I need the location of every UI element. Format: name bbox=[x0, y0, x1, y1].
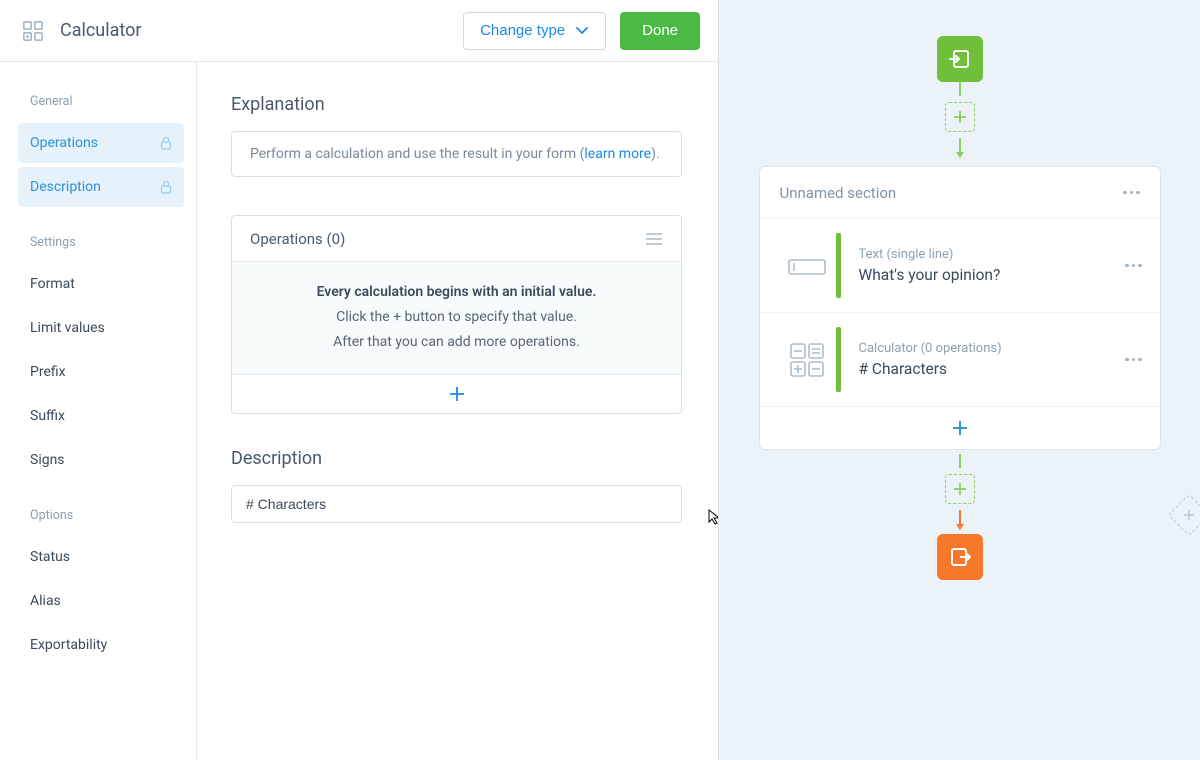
explanation-title: Explanation bbox=[231, 94, 682, 115]
sidebar-item-label: Signs bbox=[30, 452, 65, 468]
sidebar-item-format[interactable]: Format bbox=[18, 264, 184, 304]
chevron-down-icon bbox=[575, 26, 589, 36]
sidebar-item-label: Limit values bbox=[30, 320, 105, 336]
sidebar-item-suffix[interactable]: Suffix bbox=[18, 396, 184, 436]
plus-icon bbox=[953, 482, 967, 496]
lock-icon bbox=[160, 136, 172, 150]
explanation-box: Perform a calculation and use the result… bbox=[231, 131, 682, 177]
insert-before-drop-zone[interactable] bbox=[945, 102, 975, 132]
sidebar-item-label: Prefix bbox=[30, 364, 66, 380]
operations-empty-line2: Click the + button to specify that value… bbox=[252, 305, 661, 330]
add-field-button[interactable] bbox=[760, 407, 1160, 449]
operations-empty-state: Every calculation begins with an initial… bbox=[232, 262, 681, 375]
plus-icon bbox=[449, 386, 465, 402]
field-row-text[interactable]: Text (single line) What's your opinion? bbox=[760, 219, 1160, 313]
description-title: Description bbox=[231, 448, 682, 469]
sidebar-item-description[interactable]: Description bbox=[18, 167, 184, 207]
plus-icon bbox=[953, 110, 967, 124]
sidebar-item-label: Suffix bbox=[30, 408, 65, 424]
add-operation-button[interactable] bbox=[232, 375, 681, 413]
operations-title: Operations (0) bbox=[250, 230, 345, 248]
sidebar-item-prefix[interactable]: Prefix bbox=[18, 352, 184, 392]
sidebar-item-label: Operations bbox=[30, 135, 98, 151]
field-label: # Characters bbox=[859, 360, 1126, 378]
sidebar-group-settings: Settings bbox=[30, 235, 184, 250]
exit-icon bbox=[948, 545, 972, 569]
side-drop-zone[interactable] bbox=[1168, 494, 1200, 536]
operations-panel: Operations (0) Every calculation begins … bbox=[231, 215, 682, 414]
sidebar-item-operations[interactable]: Operations bbox=[18, 123, 184, 163]
plus-icon bbox=[952, 420, 968, 436]
sidebar-item-label: Alias bbox=[30, 593, 61, 609]
sidebar-group-options: Options bbox=[30, 508, 184, 523]
editor-title: Calculator bbox=[60, 20, 463, 41]
sidebar-item-label: Status bbox=[30, 549, 70, 565]
form-preview-panel: Unnamed section Text (single line) What'… bbox=[719, 0, 1200, 760]
end-node[interactable] bbox=[937, 534, 983, 580]
text-input-icon bbox=[788, 255, 826, 277]
done-button[interactable]: Done bbox=[620, 12, 700, 50]
sidebar-item-signs[interactable]: Signs bbox=[18, 440, 184, 480]
sidebar-item-exportability[interactable]: Exportability bbox=[18, 625, 184, 665]
field-type: Calculator (0 operations) bbox=[859, 341, 1126, 356]
plus-icon bbox=[1183, 509, 1195, 521]
sidebar-item-label: Format bbox=[30, 276, 75, 292]
sidebar-item-label: Exportability bbox=[30, 637, 107, 653]
settings-sidebar: General Operations Description Settings … bbox=[0, 62, 197, 760]
sidebar-item-alias[interactable]: Alias bbox=[18, 581, 184, 621]
start-node[interactable] bbox=[937, 36, 983, 82]
sidebar-item-status[interactable]: Status bbox=[18, 537, 184, 577]
explanation-tail: ). bbox=[651, 146, 660, 162]
operations-empty-line1: Every calculation begins with an initial… bbox=[252, 280, 661, 305]
calculator-icon bbox=[22, 20, 44, 42]
section-menu-button[interactable] bbox=[1123, 191, 1140, 195]
operations-empty-line3: After that you can add more operations. bbox=[252, 330, 661, 355]
main-panel: Explanation Perform a calculation and us… bbox=[197, 62, 718, 760]
learn-more-link[interactable]: learn more bbox=[584, 146, 651, 162]
field-type: Text (single line) bbox=[859, 247, 1126, 262]
enter-icon bbox=[948, 47, 972, 71]
lock-icon bbox=[160, 180, 172, 194]
section-card: Unnamed section Text (single line) What'… bbox=[759, 166, 1161, 450]
field-label: What's your opinion? bbox=[859, 266, 1126, 284]
field-menu-button[interactable] bbox=[1125, 358, 1142, 362]
sidebar-item-label: Description bbox=[30, 179, 101, 195]
description-input[interactable] bbox=[231, 485, 682, 523]
mouse-cursor-icon bbox=[707, 509, 718, 525]
field-menu-button[interactable] bbox=[1125, 264, 1142, 268]
explanation-text: Perform a calculation and use the result… bbox=[250, 146, 584, 162]
change-type-button[interactable]: Change type bbox=[463, 12, 606, 50]
insert-after-drop-zone[interactable] bbox=[945, 474, 975, 504]
sidebar-group-general: General bbox=[30, 94, 184, 109]
field-row-calculator[interactable]: Calculator (0 operations) # Characters bbox=[760, 313, 1160, 407]
section-name[interactable]: Unnamed section bbox=[780, 184, 897, 202]
editor-header: Calculator Change type Done bbox=[0, 0, 718, 62]
change-type-label: Change type bbox=[480, 22, 565, 39]
sidebar-item-limit-values[interactable]: Limit values bbox=[18, 308, 184, 348]
hamburger-icon[interactable] bbox=[645, 232, 663, 246]
calculator-field-icon bbox=[789, 342, 825, 378]
